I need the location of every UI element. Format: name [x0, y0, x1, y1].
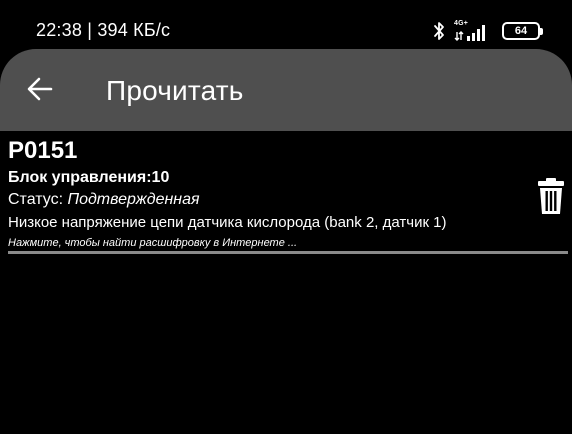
dtc-status-value: Подтвержденная [67, 191, 200, 208]
battery-level: 64 [514, 25, 528, 37]
dtc-module: Блок управления:10 [8, 169, 170, 186]
status-icons: 4G+ 64 [432, 18, 543, 44]
bluetooth-icon [434, 22, 444, 40]
dtc-search-hint[interactable]: Нажмите, чтобы найти расшифровку в Интер… [8, 237, 297, 249]
status-bar: 22:38 | 394 КБ/с 4G+ 64 [0, 0, 572, 52]
page-title: Прочитать [106, 75, 244, 106]
back-button[interactable] [14, 63, 66, 115]
arrow-left-icon [27, 77, 53, 101]
dtc-code: P0151 [8, 137, 78, 164]
delete-button[interactable] [536, 175, 566, 217]
battery-icon: 64 [502, 22, 543, 40]
item-divider [8, 251, 568, 254]
status-time: 22:38 | 394 КБ/с [36, 20, 171, 40]
dtc-status: Статус: Подтвержденная [8, 191, 200, 209]
trash-icon [538, 178, 564, 214]
dtc-status-label: Статус: [8, 191, 68, 208]
dtc-description: Низкое напряжение цепи датчика кислорода… [8, 214, 447, 231]
app-bar: Прочитать [0, 49, 572, 131]
cellular-signal-icon: 4G+ [452, 20, 492, 42]
dtc-list-item[interactable]: P0151 Блок управления:10 Статус: Подтвер… [0, 131, 572, 255]
screen: 22:38 | 394 КБ/с 4G+ 64 Прочитать P0151 … [0, 0, 572, 434]
